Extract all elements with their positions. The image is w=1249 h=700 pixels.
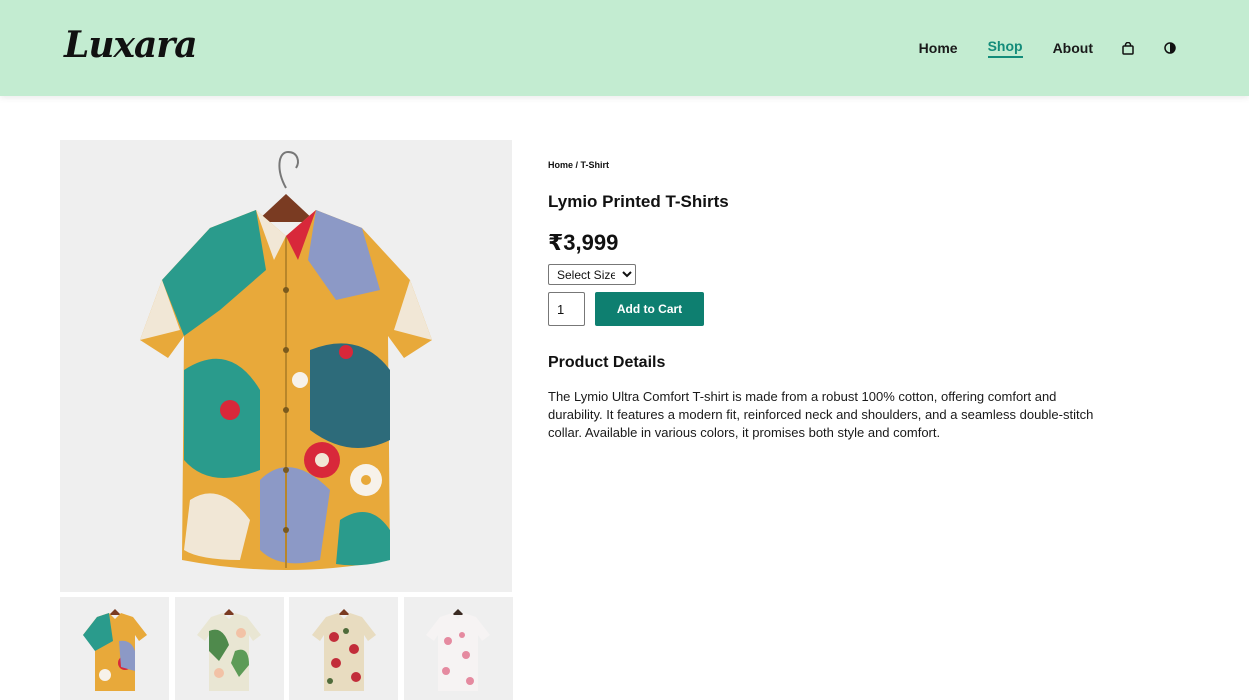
nav-about-link[interactable]: About [1053, 40, 1093, 56]
thumbnail-2[interactable] [174, 597, 284, 700]
site-header: Luxara Home Shop About [0, 0, 1249, 96]
add-to-cart-row: Add to Cart [548, 292, 1108, 326]
quantity-input[interactable] [548, 292, 585, 326]
main-nav: Home Shop About [889, 38, 1177, 58]
size-select[interactable]: Select Size [548, 264, 636, 285]
theme-toggle-icon[interactable] [1163, 41, 1177, 55]
product-price: ₹3,999 [548, 230, 619, 255]
nav-shop-link[interactable]: Shop [987, 38, 1023, 58]
product-info: Home / T-Shirt Lymio Printed T-Shirts ₹3… [548, 160, 1108, 442]
nav-home-link[interactable]: Home [919, 40, 958, 56]
product-details-text: The Lymio Ultra Comfort T-shirt is made … [548, 389, 1094, 440]
shopping-bag-icon[interactable] [1121, 41, 1135, 55]
breadcrumb[interactable]: Home / T-Shirt [548, 160, 1108, 170]
thumbnail-4[interactable] [403, 597, 513, 700]
brand-logo[interactable]: Luxara [64, 24, 198, 66]
product-main-image[interactable] [60, 140, 512, 592]
thumbnail-1[interactable] [60, 597, 169, 700]
product-title: Lymio Printed T-Shirts [548, 192, 729, 211]
add-to-cart-button[interactable]: Add to Cart [595, 292, 704, 326]
product-details-heading: Product Details [548, 354, 666, 371]
thumbnail-3[interactable] [289, 597, 398, 700]
product-thumbnails [60, 597, 518, 700]
